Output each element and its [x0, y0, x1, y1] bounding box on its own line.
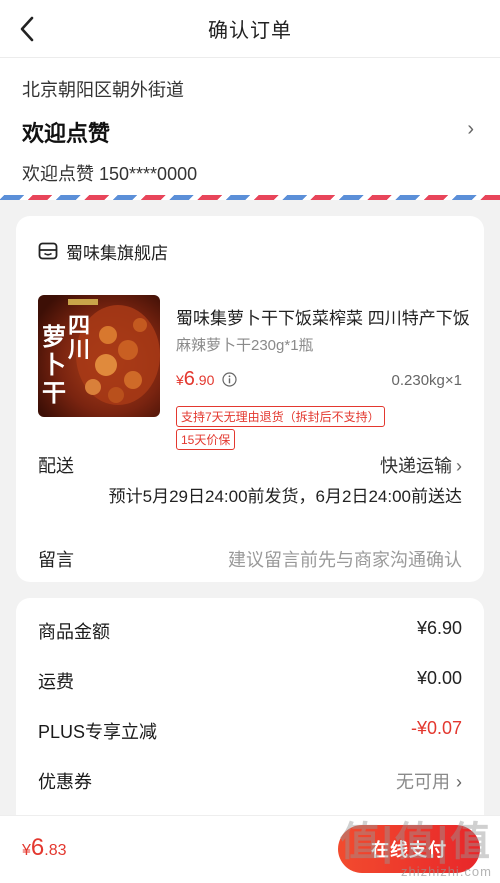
product-item[interactable]: 四 川 萝 卜 干 蜀味集萝卜干下饭菜榨菜 四川特产下饭 麻辣萝卜干230g*1… — [16, 268, 484, 450]
order-card: 蜀味集旗舰店 四 川 萝 卜 干 蜀味集萝卜干下饭菜榨菜 四川特产下饭 麻辣萝卜… — [16, 216, 484, 582]
chevron-right-icon: › — [456, 456, 462, 476]
summary-row-plus-discount: PLUS专享立减 -¥0.07 — [38, 718, 462, 744]
price-integer: 6 — [183, 368, 195, 390]
price-protect-tag: 15天价保 — [176, 429, 236, 450]
summary-value: -¥0.07 — [410, 718, 462, 738]
price-summary-card: 商品金额 ¥6.90 运费 ¥0.00 PLUS专享立减 -¥0.07 优惠券 … — [16, 598, 484, 838]
back-arrow-icon[interactable] — [14, 15, 42, 43]
summary-value: ¥6.90 — [416, 618, 462, 638]
total-currency: ¥ — [22, 842, 31, 859]
total-price: ¥ 6 .83 — [22, 834, 67, 862]
summary-value: ¥0.00 — [416, 668, 462, 688]
summary-row-goods: 商品金额 ¥6.90 — [38, 618, 462, 644]
shipping-label: 配送 — [38, 456, 74, 476]
bottom-bar: ¥ 6 .83 在线支付 值|值|值 zhizhizhi.com — [0, 815, 500, 883]
coupon-value: 无可用 — [396, 772, 450, 792]
store-name: 蜀味集旗舰店 — [66, 243, 168, 263]
message-input[interactable]: 建议留言前先与商家沟通确认 — [228, 546, 462, 572]
total-integer: 6 — [30, 834, 45, 861]
address-receiver-name: 欢迎点赞 — [22, 121, 111, 146]
message-label: 留言 — [38, 550, 74, 570]
price-currency: ¥ — [176, 372, 184, 388]
total-decimal: .83 — [44, 842, 67, 859]
pay-online-button[interactable]: 在线支付 — [338, 825, 480, 873]
address-airmail-border — [0, 195, 500, 200]
shipping-method-text: 快递运输 — [380, 456, 452, 476]
shipping-method[interactable]: 快递运输 › — [380, 452, 462, 478]
summary-row-coupon[interactable]: 优惠券 无可用 › — [38, 768, 462, 794]
page-title: 确认订单 — [208, 20, 292, 42]
shipping-estimate: 预计5月29日24:00前发货，6月2日24:00前送达 — [108, 487, 462, 506]
info-icon[interactable] — [222, 372, 237, 387]
product-title[interactable]: 蜀味集萝卜干下饭菜榨菜 四川特产下饭 — [176, 304, 476, 329]
chevron-right-icon: › — [456, 772, 462, 792]
summary-label: 商品金额 — [38, 622, 110, 642]
address-contact: 欢迎点赞 150****0000 — [22, 164, 198, 184]
svg-text:川: 川 — [67, 337, 90, 363]
product-spec: 麻辣萝卜干230g*1瓶 — [176, 337, 314, 354]
svg-text:四: 四 — [68, 313, 90, 339]
address-region: 北京朝阳区朝外街道 — [22, 80, 184, 100]
summary-row-shipping-fee: 运费 ¥0.00 — [38, 668, 462, 694]
svg-text:干: 干 — [42, 378, 66, 407]
store-icon — [38, 242, 58, 260]
price-decimal: .90 — [194, 372, 215, 388]
svg-text:萝: 萝 — [42, 322, 66, 351]
summary-label: PLUS专享立减 — [38, 722, 158, 742]
store-header[interactable]: 蜀味集旗舰店 — [16, 216, 484, 268]
product-price: ¥ 6 .90 — [176, 368, 237, 391]
header: 确认订单 — [0, 0, 500, 58]
svg-text:卜: 卜 — [42, 350, 66, 379]
chevron-right-icon: › — [467, 118, 474, 140]
product-weight-quantity: 0.230kg×1 — [391, 372, 462, 389]
summary-label: 运费 — [38, 672, 74, 692]
summary-label: 优惠券 — [38, 772, 92, 792]
address-section[interactable]: 北京朝阳区朝外街道 欢迎点赞 欢迎点赞 150****0000 › — [0, 58, 500, 200]
return-policy-tag: 支持7天无理由退货（拆封后不支持） — [176, 406, 385, 427]
product-image[interactable]: 四 川 萝 卜 干 — [38, 295, 160, 417]
